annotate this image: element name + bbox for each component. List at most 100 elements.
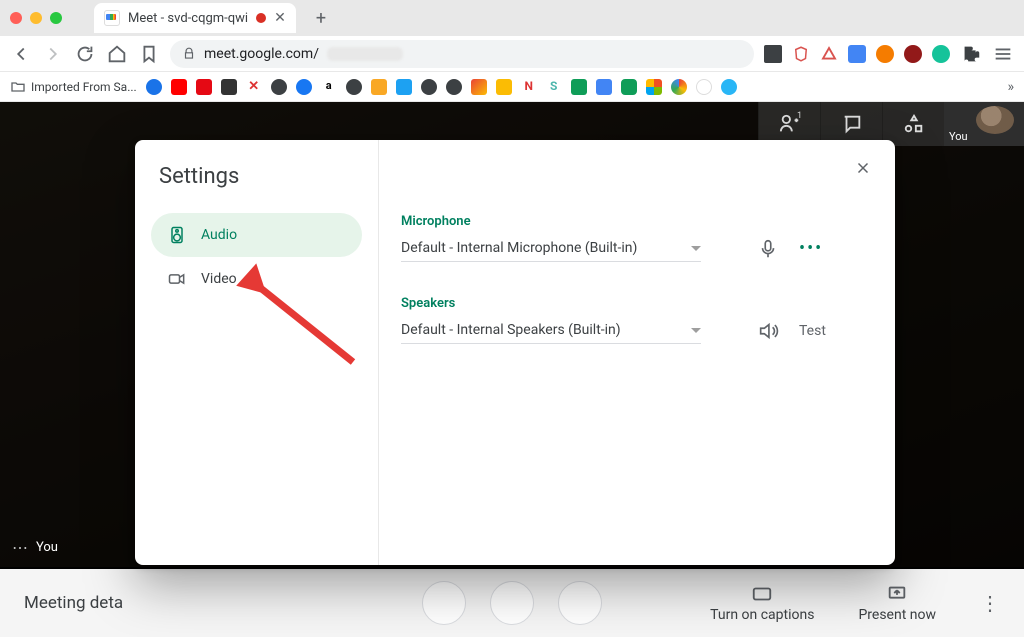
bm-x-icon[interactable]: ✕ (246, 79, 262, 95)
ext-triangle-icon[interactable] (820, 45, 838, 63)
bm-amazon-icon[interactable]: a (321, 79, 337, 95)
bm-globe-icon[interactable] (271, 79, 287, 95)
chevron-down-icon (691, 246, 701, 251)
ext-orange-icon[interactable] (876, 45, 894, 63)
browser-navbar: meet.google.com/ (0, 36, 1024, 72)
brave-ext-icon[interactable] (792, 45, 810, 63)
participants-count: 1 (797, 111, 802, 121)
window-close-button[interactable] (10, 12, 22, 24)
tab-close-button[interactable]: ✕ (274, 10, 286, 26)
microphone-value: Default - Internal Microphone (Built-in) (401, 240, 637, 256)
more-options-button[interactable]: ⋮ (980, 591, 1000, 615)
bm-globe3-icon[interactable] (421, 79, 437, 95)
bm-hangouts-icon[interactable] (621, 79, 637, 95)
self-video-tile[interactable]: You (944, 102, 1024, 146)
bookmark-folder-imported[interactable]: Imported From Sa... (10, 79, 137, 95)
captions-label: Turn on captions (710, 607, 814, 623)
settings-title: Settings (151, 164, 362, 189)
mute-mic-button[interactable] (422, 581, 466, 625)
new-tab-button[interactable]: + (316, 8, 326, 29)
present-button[interactable]: Present now (858, 583, 936, 623)
meeting-details-button[interactable]: Meeting deta (24, 593, 123, 613)
chevron-down-icon (691, 328, 701, 333)
stage-self-text: You (36, 540, 58, 555)
grammarly-ext-icon[interactable] (932, 45, 950, 63)
bm-ms-icon[interactable] (646, 79, 662, 95)
bookmark-button[interactable] (138, 43, 160, 65)
bm-icon[interactable] (221, 79, 237, 95)
mic-more-button[interactable]: ••• (799, 238, 823, 259)
microphone-label: Microphone (401, 214, 873, 229)
controls-bar: Meeting deta Turn on captions Present no… (0, 569, 1024, 637)
bm-youtube-icon[interactable] (171, 79, 187, 95)
camera-ext-icon[interactable] (764, 45, 782, 63)
bm-keep-icon[interactable] (496, 79, 512, 95)
stage-self-label: ⋯ You (12, 538, 58, 557)
dialog-close-button[interactable] (849, 154, 877, 182)
self-tile-label: You (949, 130, 968, 143)
bm-sheets-icon[interactable] (571, 79, 587, 95)
settings-nav-video[interactable]: Video (151, 257, 362, 301)
reload-button[interactable] (74, 43, 96, 65)
volume-icon (757, 320, 779, 342)
bm-netflix-icon[interactable] (196, 79, 212, 95)
lock-icon (182, 47, 196, 61)
bm-docs-icon[interactable] (596, 79, 612, 95)
browser-tab[interactable]: Meet - svd-cqgm-qwi ✕ (94, 3, 296, 33)
microphone-select[interactable]: Default - Internal Microphone (Built-in) (401, 235, 701, 262)
bm-globe4-icon[interactable] (446, 79, 462, 95)
address-host: meet.google.com/ (204, 46, 319, 62)
bm-icon[interactable] (146, 79, 162, 95)
window-titlebar: Meet - svd-cqgm-qwi ✕ + (0, 0, 1024, 36)
present-label: Present now (858, 607, 936, 623)
bm-n-icon[interactable]: N (521, 79, 537, 95)
back-button[interactable] (10, 43, 32, 65)
bm-flipkart-icon[interactable] (371, 79, 387, 95)
translate-ext-icon[interactable] (848, 45, 866, 63)
microphone-icon (757, 238, 779, 260)
speakers-select[interactable]: Default - Internal Speakers (Built-in) (401, 317, 701, 344)
home-button[interactable] (106, 43, 128, 65)
browser-menu-button[interactable] (992, 43, 1014, 65)
speakers-value: Default - Internal Speakers (Built-in) (401, 322, 621, 338)
extensions-puzzle-icon[interactable] (960, 43, 982, 65)
toggle-camera-button[interactable] (558, 581, 602, 625)
bm-twitter-icon[interactable] (396, 79, 412, 95)
forward-button[interactable] (42, 43, 64, 65)
captions-icon (751, 583, 773, 605)
bookmark-folder-label: Imported From Sa... (31, 80, 137, 94)
bm-gmail-icon[interactable] (471, 79, 487, 95)
window-minimize-button[interactable] (30, 12, 42, 24)
speakers-section: Speakers Default - Internal Speakers (Bu… (401, 296, 873, 344)
speaker-icon (167, 225, 187, 245)
microphone-section: Microphone Default - Internal Microphone… (401, 214, 873, 262)
bm-facebook-icon[interactable] (296, 79, 312, 95)
speakers-label: Speakers (401, 296, 873, 311)
settings-nav-audio-label: Audio (201, 227, 237, 243)
address-path-redacted (327, 47, 403, 61)
settings-nav: Settings Audio Video (135, 140, 379, 565)
window-zoom-button[interactable] (50, 12, 62, 24)
settings-dialog: Settings Audio Video Microphone Default … (135, 140, 895, 565)
bm-g-icon[interactable] (696, 79, 712, 95)
recording-indicator-icon (256, 13, 266, 23)
bm-blue-icon[interactable] (721, 79, 737, 95)
video-icon (167, 269, 187, 289)
bm-chrome-icon[interactable] (671, 79, 687, 95)
bookmarks-overflow-button[interactable]: » (1007, 79, 1014, 95)
present-icon (886, 583, 908, 605)
meet-favicon-icon (104, 10, 120, 26)
bm-s-icon[interactable]: S (546, 79, 562, 95)
settings-nav-audio[interactable]: Audio (151, 213, 362, 257)
extension-icons-row (764, 43, 1014, 65)
tab-title: Meet - svd-cqgm-qwi (128, 11, 248, 26)
ext-darkred-icon[interactable] (904, 45, 922, 63)
speakers-test-button[interactable]: Test (799, 323, 826, 339)
stage-options-icon[interactable]: ⋯ (12, 538, 28, 557)
bookmarks-bar: Imported From Sa... ✕ a N S » (0, 72, 1024, 102)
address-bar[interactable]: meet.google.com/ (170, 40, 754, 68)
captions-button[interactable]: Turn on captions (710, 583, 814, 623)
settings-nav-video-label: Video (201, 271, 237, 287)
bm-globe2-icon[interactable] (346, 79, 362, 95)
hangup-button[interactable] (490, 581, 534, 625)
